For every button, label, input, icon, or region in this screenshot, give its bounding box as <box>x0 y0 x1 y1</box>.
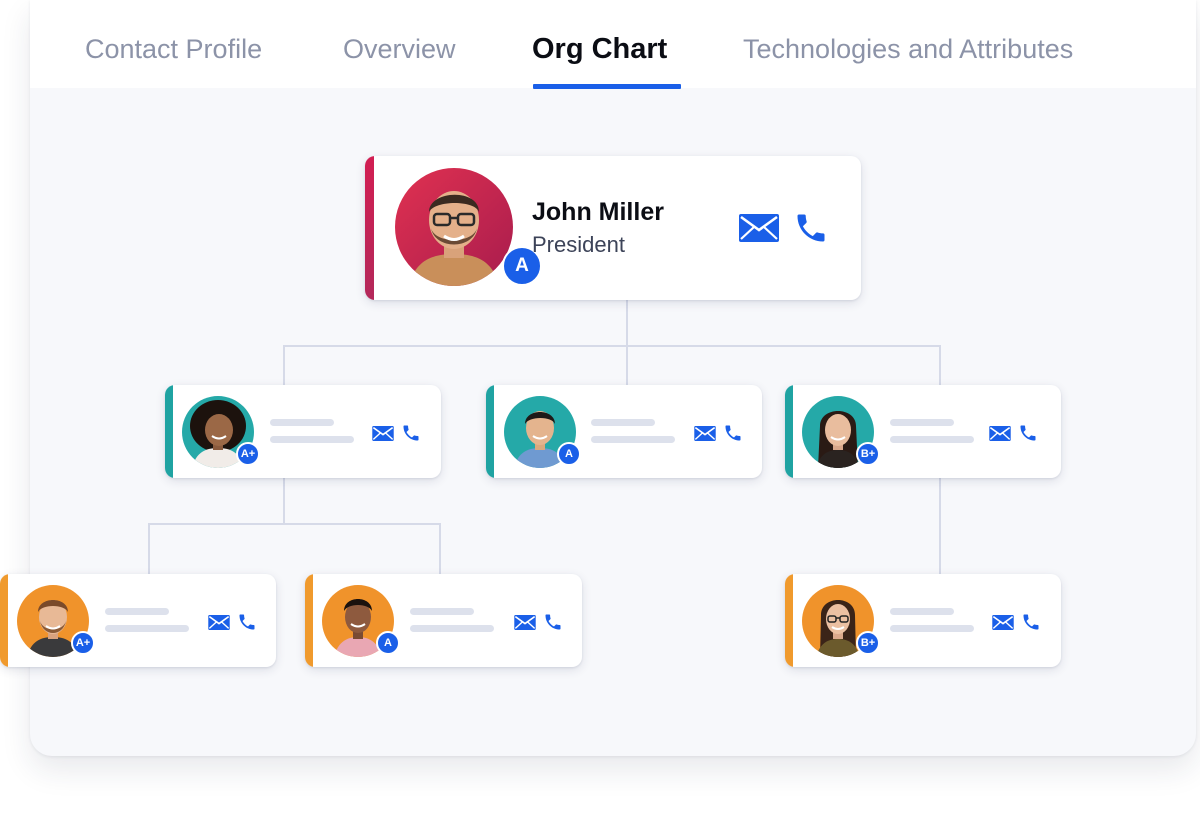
card-accent-bar <box>165 385 173 478</box>
connector-line <box>939 478 941 574</box>
org-card-manager[interactable]: A+ <box>165 385 441 478</box>
call-button[interactable] <box>723 423 743 443</box>
name-placeholder-bar <box>105 608 169 615</box>
envelope-icon <box>989 426 1011 441</box>
phone-icon <box>239 614 255 630</box>
contact-title: President <box>532 232 625 257</box>
connector-line <box>148 523 150 574</box>
tab-org-chart[interactable]: Org Chart <box>532 30 667 70</box>
org-card-report[interactable]: A+ <box>0 574 276 667</box>
email-button[interactable] <box>992 615 1014 630</box>
org-card-report[interactable]: B+ <box>785 574 1061 667</box>
connector-line <box>148 523 441 525</box>
name-placeholder-bar <box>410 608 474 615</box>
card-accent-bar <box>785 385 793 478</box>
call-button[interactable] <box>793 210 829 246</box>
phone-icon <box>403 425 419 441</box>
org-card-manager[interactable]: A <box>486 385 762 478</box>
connector-line <box>439 523 441 574</box>
card-accent-bar <box>785 574 793 667</box>
rating-badge: B+ <box>856 442 880 466</box>
tab-contact-profile[interactable]: Contact Profile <box>85 30 262 70</box>
envelope-icon <box>694 426 716 441</box>
name-placeholder-bar <box>591 419 655 426</box>
org-card-president[interactable]: A John Miller President <box>365 156 861 300</box>
rating-badge: A <box>557 442 581 466</box>
card-accent-bar <box>305 574 313 667</box>
contact-name: John Miller <box>532 198 664 226</box>
envelope-icon <box>739 214 779 242</box>
call-button[interactable] <box>237 612 257 632</box>
rating-badge: A+ <box>71 631 95 655</box>
active-tab-indicator <box>533 84 681 89</box>
call-button[interactable] <box>401 423 421 443</box>
tab-technologies-and-attributes[interactable]: Technologies and Attributes <box>743 30 1073 70</box>
connector-line <box>283 345 285 385</box>
email-button[interactable] <box>372 426 394 441</box>
email-button[interactable] <box>208 615 230 630</box>
connector-line <box>283 478 285 525</box>
connector-line <box>939 345 941 385</box>
name-placeholder-bar <box>270 419 334 426</box>
man-portrait-avatar-icon <box>395 168 513 286</box>
tab-bar: Contact Profile Overview Org Chart Techn… <box>30 0 1196 89</box>
title-placeholder-bar <box>270 436 354 443</box>
org-card-report[interactable]: A <box>305 574 582 667</box>
phone-icon <box>1023 614 1039 630</box>
phone-icon <box>797 214 825 242</box>
card-accent-bar <box>486 385 494 478</box>
email-button[interactable] <box>694 426 716 441</box>
phone-icon <box>1020 425 1036 441</box>
card-accent-bar <box>0 574 8 667</box>
title-placeholder-bar <box>890 436 974 443</box>
title-placeholder-bar <box>591 436 675 443</box>
phone-icon <box>545 614 561 630</box>
title-placeholder-bar <box>105 625 189 632</box>
envelope-icon <box>208 615 230 630</box>
envelope-icon <box>992 615 1014 630</box>
email-button[interactable] <box>739 214 779 242</box>
name-placeholder-bar <box>890 608 954 615</box>
rating-badge: B+ <box>856 631 880 655</box>
connector-line <box>283 345 941 347</box>
tab-overview[interactable]: Overview <box>343 30 456 70</box>
call-button[interactable] <box>543 612 563 632</box>
call-button[interactable] <box>1018 423 1038 443</box>
connector-line <box>626 345 628 385</box>
envelope-icon <box>514 615 536 630</box>
email-button[interactable] <box>514 615 536 630</box>
phone-icon <box>725 425 741 441</box>
name-placeholder-bar <box>890 419 954 426</box>
rating-badge: A <box>376 631 400 655</box>
email-button[interactable] <box>989 426 1011 441</box>
card-accent-bar <box>365 156 374 300</box>
rating-badge: A+ <box>236 442 260 466</box>
avatar <box>395 168 513 286</box>
connector-line <box>626 300 628 346</box>
title-placeholder-bar <box>410 625 494 632</box>
title-placeholder-bar <box>890 625 974 632</box>
envelope-icon <box>372 426 394 441</box>
call-button[interactable] <box>1021 612 1041 632</box>
org-card-manager[interactable]: B+ <box>785 385 1061 478</box>
